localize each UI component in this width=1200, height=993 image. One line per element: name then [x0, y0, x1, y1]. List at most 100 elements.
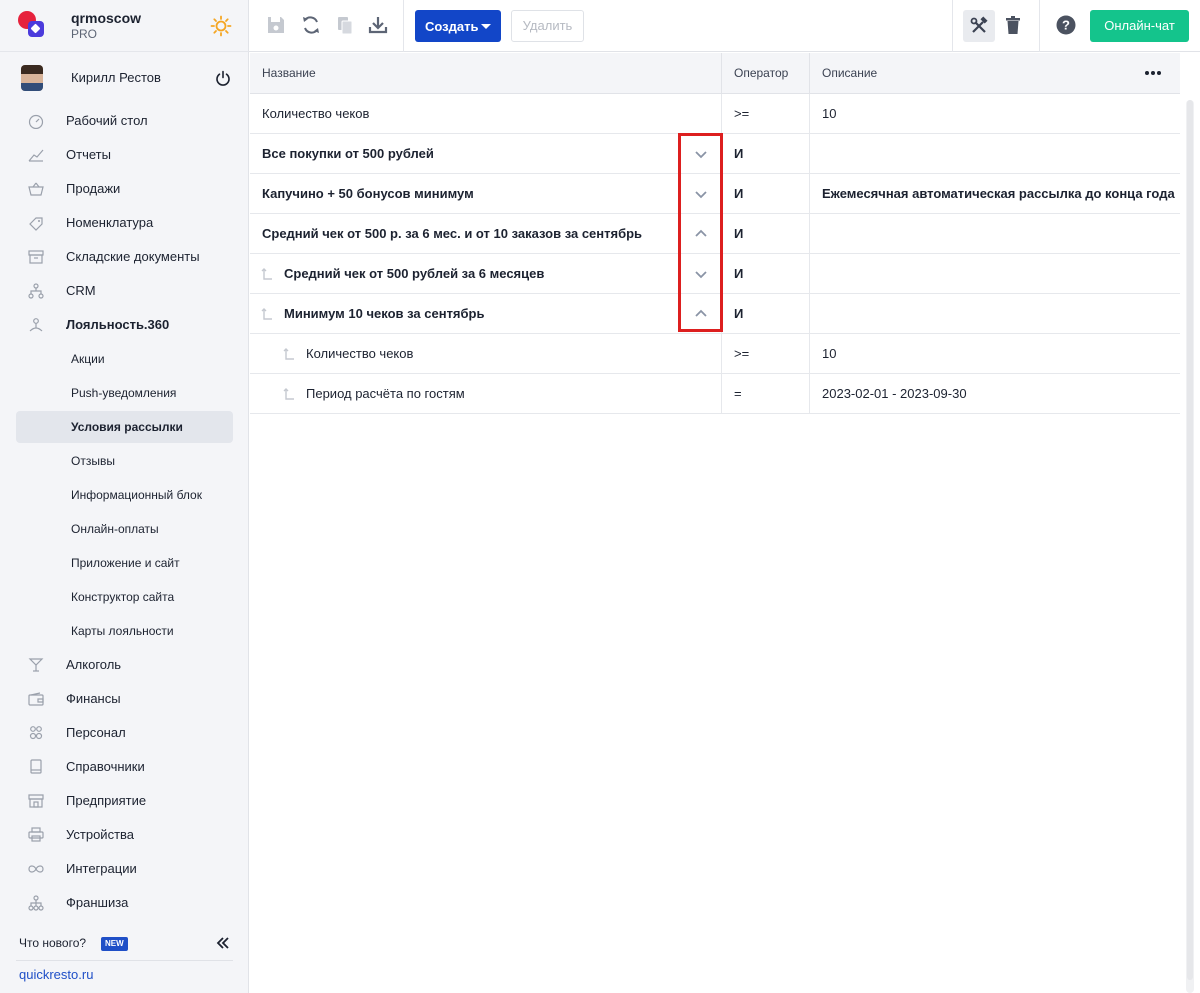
column-divider — [809, 174, 810, 214]
delete-button[interactable]: Удалить — [511, 10, 584, 42]
sidebar-subitem-reviews[interactable]: Отзывы — [16, 445, 233, 477]
brand-header: qrmoscow PRO — [0, 0, 249, 52]
new-badge: NEW — [101, 937, 128, 951]
account-plan: PRO — [71, 27, 98, 41]
column-header-name[interactable]: Название — [262, 66, 316, 80]
sidebar-subitem-label: Конструктор сайта — [71, 590, 175, 604]
tree-branch-icon — [261, 308, 272, 320]
scrollbar-thumb[interactable] — [1187, 100, 1193, 980]
sidebar-subitem-info-block[interactable]: Информационный блок — [16, 479, 233, 511]
tools-button[interactable] — [963, 10, 995, 42]
create-button-label: Создать — [425, 19, 479, 34]
sidebar-subitem-label: Push-уведомления — [71, 386, 177, 400]
sidebar-subitem-site-builder[interactable]: Конструктор сайта — [16, 581, 233, 613]
book-icon — [30, 759, 42, 774]
sidebar-item-dashboard[interactable]: Рабочий стол — [16, 105, 233, 137]
sidebar-item-label: Предприятие — [66, 793, 147, 808]
sidebar-subitem-promotions[interactable]: Акции — [16, 343, 233, 375]
sidebar-item-integrations[interactable]: Интеграции — [16, 853, 233, 885]
row-name: Все покупки от 500 рублей — [262, 146, 434, 161]
loyalty-icon — [29, 318, 43, 332]
sidebar-item-label: Рабочий стол — [66, 113, 148, 128]
sidebar-subitem-loyalty-cards[interactable]: Карты лояльности — [16, 615, 233, 647]
site-link[interactable]: quickresto.ru — [19, 967, 93, 982]
hierarchy-icon — [28, 283, 44, 299]
save-icon[interactable] — [265, 14, 287, 36]
help-icon[interactable]: ? — [1055, 14, 1077, 36]
sidebar-item-label: Устройства — [66, 827, 135, 842]
sidebar-item-nomenclature[interactable]: Номенклатура — [16, 207, 233, 239]
sidebar-subitem-online-payments[interactable]: Онлайн-оплаты — [16, 513, 233, 545]
download-icon[interactable] — [367, 14, 389, 36]
trash-icon[interactable] — [1002, 14, 1024, 36]
row-operator: И — [734, 266, 744, 281]
sidebar-item-devices[interactable]: Устройства — [16, 819, 233, 851]
row-operator: И — [734, 306, 744, 321]
tag-icon — [29, 217, 43, 231]
table-row[interactable]: Количество чеков >= 10 — [250, 94, 1180, 134]
collapse-sidebar-icon[interactable] — [216, 936, 230, 950]
basket-icon — [28, 182, 44, 196]
toolbar-divider — [1039, 0, 1040, 52]
sidebar-item-loyalty[interactable]: Лояльность.360 — [16, 309, 233, 341]
row-operator: И — [734, 226, 744, 241]
sidebar-item-finance[interactable]: Финансы — [16, 683, 233, 715]
dashboard-icon — [28, 114, 44, 129]
sidebar-item-label: Справочники — [66, 759, 145, 774]
logo[interactable] — [18, 11, 46, 39]
row-operator: И — [734, 146, 744, 161]
chart-icon — [28, 149, 44, 162]
row-description: 10 — [822, 106, 837, 121]
infinity-icon — [28, 865, 44, 873]
avatar — [21, 65, 43, 91]
create-button[interactable]: Создать — [415, 10, 501, 42]
column-header-description[interactable]: Описание — [822, 66, 877, 80]
sidebar-item-sales[interactable]: Продажи — [16, 173, 233, 205]
sidebar-item-references[interactable]: Справочники — [16, 751, 233, 783]
sidebar-subitem-mailing-conditions[interactable]: Условия рассылки — [16, 411, 233, 443]
svg-text:?: ? — [1062, 18, 1070, 33]
people-icon — [29, 726, 43, 740]
sidebar-subitem-push[interactable]: Push-уведомления — [16, 377, 233, 409]
sidebar-item-reports[interactable]: Отчеты — [16, 139, 233, 171]
row-name: Средний чек от 500 рублей за 6 месяцев — [284, 266, 545, 281]
sidebar-item-crm[interactable]: CRM — [16, 275, 233, 307]
sidebar-item-warehouse[interactable]: Складские документы — [16, 241, 233, 273]
table-row[interactable]: Период расчёта по гостям = 2023-02-01 - … — [250, 374, 1180, 414]
sidebar-item-label: Складские документы — [66, 249, 200, 264]
sidebar-item-franchise[interactable]: Франшиза — [16, 887, 233, 919]
account-name: qrmoscow — [71, 10, 142, 26]
column-divider — [809, 94, 810, 134]
logout-icon[interactable] — [215, 70, 231, 86]
sidebar-item-label: Интеграции — [66, 861, 137, 876]
network-icon — [28, 895, 44, 911]
sidebar-item-label: Отчеты — [66, 147, 111, 162]
sidebar-item-alcohol[interactable]: Алкоголь — [16, 649, 233, 681]
column-divider — [721, 53, 722, 94]
table-row[interactable]: Количество чеков >= 10 — [250, 334, 1180, 374]
row-name: Капучино + 50 бонусов минимум — [262, 186, 474, 201]
online-chat-button[interactable]: Онлайн-чат — [1090, 10, 1189, 42]
sidebar-subitem-label: Карты лояльности — [71, 624, 174, 638]
wallet-icon — [28, 692, 44, 706]
copy-icon[interactable] — [334, 14, 356, 36]
vertical-scrollbar[interactable] — [1186, 100, 1194, 993]
sidebar-item-label: Номенклатура — [66, 215, 154, 230]
row-operator: >= — [734, 346, 750, 361]
whats-new-link[interactable]: Что нового? — [19, 936, 86, 950]
sidebar-subitem-label: Отзывы — [71, 454, 115, 468]
sidebar-subitem-label: Онлайн-оплаты — [71, 522, 159, 536]
column-divider — [721, 94, 722, 134]
row-operator: = — [734, 386, 742, 401]
sidebar-item-label: Финансы — [66, 691, 121, 706]
more-options-icon[interactable] — [1143, 66, 1163, 80]
refresh-icon[interactable] — [300, 14, 322, 36]
sidebar-subitem-app-site[interactable]: Приложение и сайт — [16, 547, 233, 579]
column-header-operator[interactable]: Оператор — [734, 66, 788, 80]
sidebar-item-staff[interactable]: Персонал — [16, 717, 233, 749]
sidebar-item-enterprise[interactable]: Предприятие — [16, 785, 233, 817]
user-name: Кирилл Рестов — [71, 70, 161, 85]
column-divider — [721, 374, 722, 414]
theme-toggle-icon[interactable] — [210, 15, 232, 37]
user-row[interactable]: Кирилл Рестов — [0, 60, 249, 96]
